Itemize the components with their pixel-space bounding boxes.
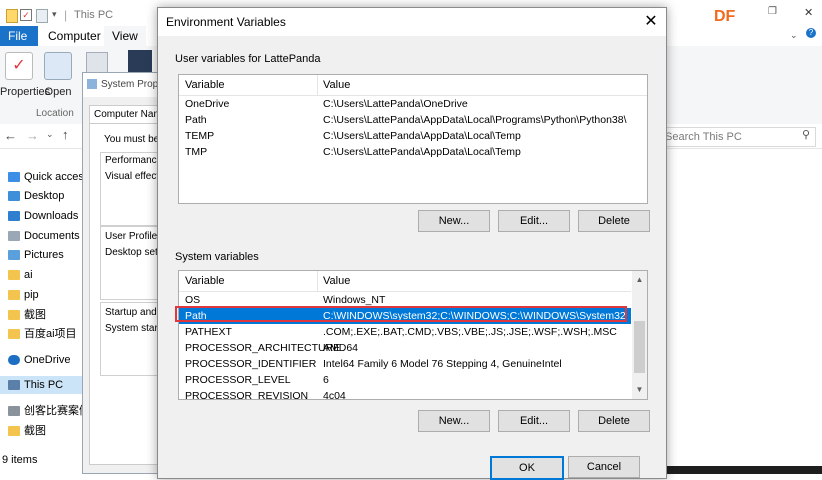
column-header-variable[interactable]: Variable	[185, 275, 225, 287]
nav-desktop[interactable]: Desktop	[8, 187, 64, 205]
nav-this-pc[interactable]: This PC	[0, 376, 84, 394]
system-var-row[interactable]: PROCESSOR_IDENTIFIER Intel64 Family 6 Mo…	[179, 356, 631, 372]
new-folder-icon[interactable]	[36, 9, 48, 23]
ok-button[interactable]: OK	[490, 456, 564, 480]
properties-icon: ✓	[5, 52, 33, 80]
system-var-row[interactable]: PROCESSOR_REVISION 4c04	[179, 388, 631, 399]
computer-icon	[87, 79, 97, 89]
ribbon-group-label: Location	[36, 108, 74, 119]
folder-icon	[8, 426, 20, 437]
user-var-row[interactable]: TEMP C:\Users\LattePanda\AppData\Local\T…	[179, 128, 631, 144]
chevron-down-icon[interactable]: ▾	[52, 9, 57, 20]
close-icon[interactable]: ✕	[640, 11, 662, 33]
annotation-highlight-box	[175, 306, 627, 322]
system-edit-button[interactable]: Edit...	[498, 410, 570, 432]
scroll-up-icon[interactable]: ▲	[632, 273, 647, 287]
user-edit-button[interactable]: Edit...	[498, 210, 570, 232]
folder-icon	[6, 9, 18, 23]
star-icon	[8, 172, 20, 183]
open-icon	[44, 52, 72, 80]
nav-folder-baidu-ai[interactable]: 百度ai项目	[8, 325, 77, 343]
back-arrow-icon[interactable]: ←	[4, 128, 17, 143]
system-variables-list[interactable]: Variable Value OS Windows_NT Path C:\WIN…	[178, 270, 648, 400]
nav-downloads[interactable]: Downloads	[8, 207, 78, 225]
tab-computer[interactable]: Computer	[40, 26, 109, 46]
chevron-down-icon[interactable]: ⌄	[790, 30, 798, 41]
desktop-icon	[8, 191, 20, 202]
nav-folder-screenshots-2[interactable]: 截图	[8, 422, 46, 440]
system-variables-label: System variables	[175, 251, 259, 263]
user-new-button[interactable]: New...	[418, 210, 490, 232]
system-delete-button[interactable]: Delete	[578, 410, 650, 432]
chevron-down-icon[interactable]: ⌄	[46, 129, 54, 140]
restore-icon[interactable]: ❐	[768, 6, 777, 17]
nav-folder-pip[interactable]: pip	[8, 286, 39, 304]
tab-view[interactable]: View	[104, 26, 146, 46]
dialog-title: Environment Variables	[166, 15, 286, 29]
folder-icon	[8, 329, 20, 340]
nav-drive[interactable]: 创客比赛案例	[8, 402, 90, 420]
forward-arrow-icon[interactable]: →	[26, 128, 39, 143]
drive-icon	[8, 406, 20, 417]
user-var-row[interactable]: Path C:\Users\LattePanda\AppData\Local\P…	[179, 112, 631, 128]
folder-icon	[8, 270, 20, 281]
search-input[interactable]: Search This PC	[660, 127, 816, 147]
environment-variables-dialog: Environment Variables ✕ User variables f…	[157, 7, 667, 480]
cloud-icon	[8, 355, 20, 366]
list-header: Variable Value	[179, 271, 631, 292]
nav-documents[interactable]: Documents	[8, 227, 80, 245]
scrollbar[interactable]: ▲ ▼	[632, 271, 647, 399]
scrollbar-thumb[interactable]	[634, 321, 645, 373]
up-arrow-icon[interactable]: ↑	[62, 127, 69, 142]
download-icon	[8, 211, 20, 222]
tab-file[interactable]: File	[0, 26, 38, 46]
help-icon[interactable]: ?	[806, 28, 816, 38]
open-button[interactable]: Open	[44, 52, 72, 98]
user-variables-list[interactable]: Variable Value OneDrive C:\Users\LattePa…	[178, 74, 648, 204]
nav-onedrive[interactable]: OneDrive	[8, 351, 70, 369]
user-var-row[interactable]: TMP C:\Users\LattePanda\AppData\Local\Te…	[179, 144, 631, 160]
list-header: Variable Value	[179, 75, 647, 96]
item-count: 9 items	[2, 454, 38, 466]
system-new-button[interactable]: New...	[418, 410, 490, 432]
df-logo: DF	[714, 8, 736, 25]
user-delete-button[interactable]: Delete	[578, 210, 650, 232]
folder-icon	[8, 290, 20, 301]
system-var-row[interactable]: PROCESSOR_ARCHITECTURE AMD64	[179, 340, 631, 356]
properties-button[interactable]: ✓ Properties	[0, 52, 50, 98]
system-var-row[interactable]: PATHEXT .COM;.EXE;.BAT;.CMD;.VBS;.VBE;.J…	[179, 324, 631, 340]
document-icon	[8, 231, 20, 242]
user-variables-label: User variables for LattePanda	[175, 53, 321, 65]
scroll-down-icon[interactable]: ▼	[632, 383, 647, 397]
system-var-row[interactable]: PROCESSOR_LEVEL 6	[179, 372, 631, 388]
nav-pictures[interactable]: Pictures	[8, 246, 64, 264]
window-title: This PC	[74, 9, 114, 21]
cancel-button[interactable]: Cancel	[568, 456, 640, 478]
user-var-row[interactable]: OneDrive C:\Users\LattePanda\OneDrive	[179, 96, 631, 112]
navigation-pane: Quick access Desktop Downloads Documents…	[0, 150, 90, 455]
column-header-value[interactable]: Value	[323, 79, 350, 91]
nav-folder-ai[interactable]: ai	[8, 266, 33, 284]
picture-icon	[8, 250, 20, 261]
column-header-value[interactable]: Value	[323, 275, 350, 287]
folder-icon	[8, 310, 20, 321]
close-icon[interactable]: ✕	[804, 6, 813, 19]
nav-folder-screenshots[interactable]: 截图	[8, 306, 46, 324]
nav-quick-access[interactable]: Quick access	[8, 168, 89, 186]
env-titlebar: Environment Variables ✕	[158, 8, 666, 36]
search-icon: ⚲	[802, 129, 811, 141]
checkmark-icon[interactable]: ✓	[20, 9, 32, 21]
computer-icon	[8, 380, 20, 391]
column-header-variable[interactable]: Variable	[185, 79, 225, 91]
